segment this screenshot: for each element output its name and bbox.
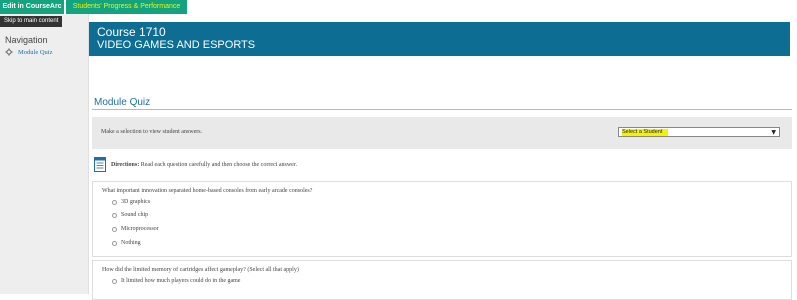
student-select-dropdown[interactable]: Select a Student ▼: [618, 127, 780, 137]
radio-button[interactable]: [112, 226, 117, 232]
page-title: Module Quiz: [94, 97, 151, 108]
navigation-heading: Navigation: [5, 35, 48, 45]
directions-text: Directions: Read each question carefully…: [111, 162, 297, 168]
answer-label: Nothing: [121, 240, 141, 246]
skip-to-main-content-link[interactable]: Skip to main content: [0, 16, 63, 27]
top-toolbar: Edit in CourseArc Students' Progress & P…: [0, 0, 797, 14]
radio-button[interactable]: [112, 240, 117, 246]
question-card: How did the limited memory of cartridges…: [92, 260, 792, 300]
question-card: What important innovation separated home…: [92, 181, 792, 257]
answer-label: Sound chip: [121, 212, 149, 218]
checkbox[interactable]: [112, 278, 117, 284]
course-number: Course 1710: [97, 25, 166, 39]
answer-label: 3D graphics: [121, 199, 151, 205]
edit-in-coursearc-button[interactable]: Edit in CourseArc: [0, 0, 64, 14]
sidebar-item-module-quiz[interactable]: Module Quiz: [5, 47, 52, 57]
sidebar-item-label: Module Quiz: [18, 48, 53, 56]
student-selection-panel: Make a selection to view student answers…: [92, 117, 792, 149]
question-text: What important innovation separated home…: [102, 188, 313, 194]
course-banner: Course 1710 VIDEO GAMES AND ESPORTS: [89, 22, 790, 56]
gear-icon: [5, 48, 13, 56]
students-progress-button[interactable]: Students' Progress & Performance: [66, 0, 187, 14]
document-icon: [94, 157, 106, 172]
answer-label: Microprocessor: [121, 226, 159, 232]
question-text: How did the limited memory of cartridges…: [102, 267, 299, 273]
student-select-value: Select a Student: [622, 129, 669, 136]
answer-option[interactable]: Nothing: [112, 239, 141, 247]
course-name: VIDEO GAMES AND ESPORTS: [97, 39, 256, 51]
dropdown-arrow-icon: ▼: [771, 129, 776, 136]
title-divider: [92, 109, 792, 110]
radio-button[interactable]: [112, 212, 117, 218]
selection-prompt: Make a selection to view student answers…: [101, 129, 203, 135]
sidebar: Navigation Module Quiz: [0, 14, 89, 294]
answer-option[interactable]: Sound chip: [112, 211, 148, 219]
answer-option[interactable]: It limited how much players could do in …: [112, 277, 240, 285]
directions-body: Read each question carefully and then ch…: [140, 162, 297, 168]
answer-option[interactable]: Microprocessor: [112, 225, 159, 233]
radio-button[interactable]: [112, 199, 117, 205]
directions-label: Directions:: [111, 162, 140, 168]
answer-label: It limited how much players could do in …: [121, 278, 241, 284]
answer-option[interactable]: 3D graphics: [112, 198, 150, 206]
